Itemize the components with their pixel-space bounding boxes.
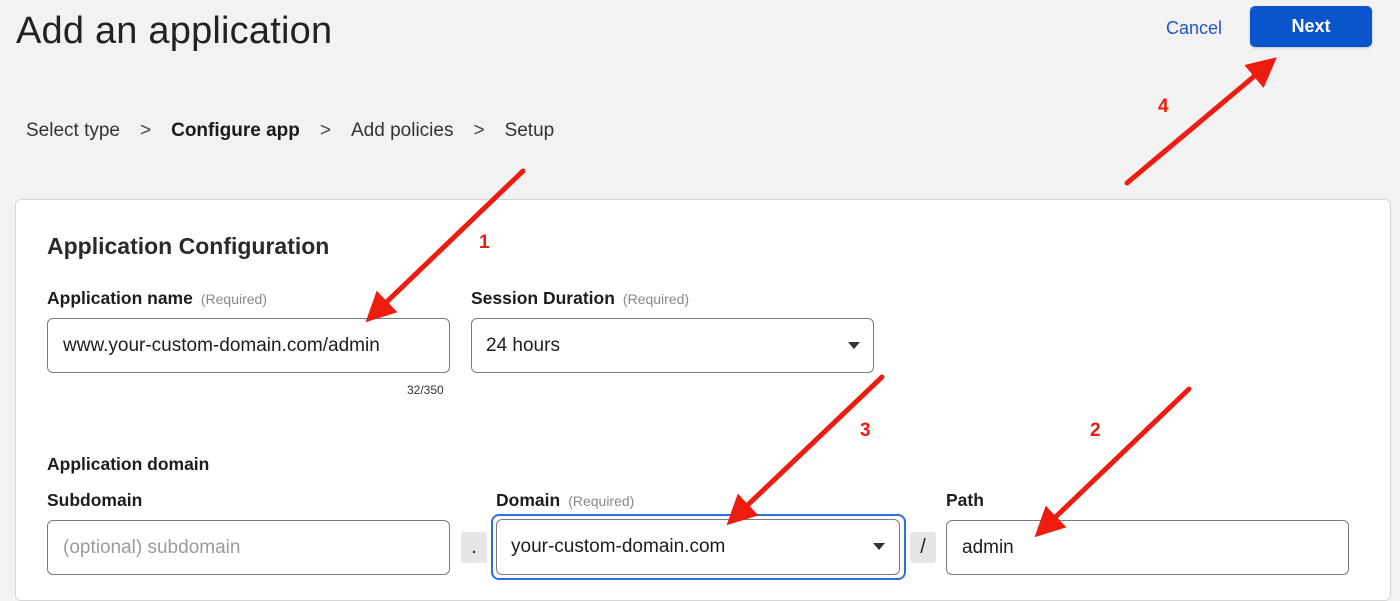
app-name-value: www.your-custom-domain.com/admin <box>63 334 380 356</box>
step-setup: Setup <box>504 120 555 141</box>
path-label: Path <box>946 490 984 510</box>
char-counter: 32/350 <box>407 383 444 397</box>
step-configure-app: Configure app <box>171 120 300 141</box>
annotation-label-4: 4 <box>1158 96 1169 117</box>
step-separator: > <box>140 120 152 141</box>
annotation-label-3: 3 <box>860 420 871 441</box>
annotation-label-2: 2 <box>1090 420 1101 441</box>
dot-separator: . <box>461 532 487 563</box>
session-duration-select[interactable]: 24 hours <box>471 318 874 373</box>
path-input[interactable]: admin <box>946 520 1349 575</box>
step-separator: > <box>473 120 485 141</box>
domain-select[interactable]: your-custom-domain.com <box>496 519 900 575</box>
slash-separator: / <box>910 532 936 563</box>
required-hint: (Required) <box>622 291 690 307</box>
domain-value: your-custom-domain.com <box>511 536 726 557</box>
subdomain-label: Subdomain <box>47 490 143 510</box>
step-add-policies: Add policies <box>351 120 454 141</box>
next-button[interactable]: Next <box>1250 6 1372 47</box>
step-separator: > <box>319 120 331 141</box>
subdomain-input[interactable]: (optional) subdomain <box>47 520 450 575</box>
session-duration-value: 24 hours <box>486 334 560 356</box>
step-breadcrumb: Select type > Configure app > Add polici… <box>26 120 554 142</box>
app-name-input[interactable]: www.your-custom-domain.com/admin <box>47 318 450 373</box>
domain-label-text: Domain <box>496 490 561 510</box>
path-value: admin <box>962 536 1014 558</box>
domain-label: Domain (Required) <box>496 490 634 511</box>
app-domain-heading: Application domain <box>47 454 210 474</box>
annotation-label-1: 1 <box>479 232 490 253</box>
app-name-label: Application name (Required) <box>47 288 267 309</box>
subdomain-placeholder: (optional) subdomain <box>63 536 241 558</box>
chevron-down-icon <box>848 342 860 349</box>
session-duration-label-text: Session Duration <box>471 288 615 308</box>
app-name-label-text: Application name <box>47 288 193 308</box>
cancel-button[interactable]: Cancel <box>1166 18 1222 39</box>
required-hint: (Required) <box>200 291 267 307</box>
page-title: Add an application <box>16 10 333 52</box>
chevron-down-icon <box>873 543 885 550</box>
required-hint: (Required) <box>568 493 635 509</box>
section-title: Application Configuration <box>47 233 330 259</box>
arrow-4 <box>1124 57 1277 186</box>
session-duration-label: Session Duration (Required) <box>471 288 689 309</box>
step-select-type: Select type <box>26 120 120 141</box>
